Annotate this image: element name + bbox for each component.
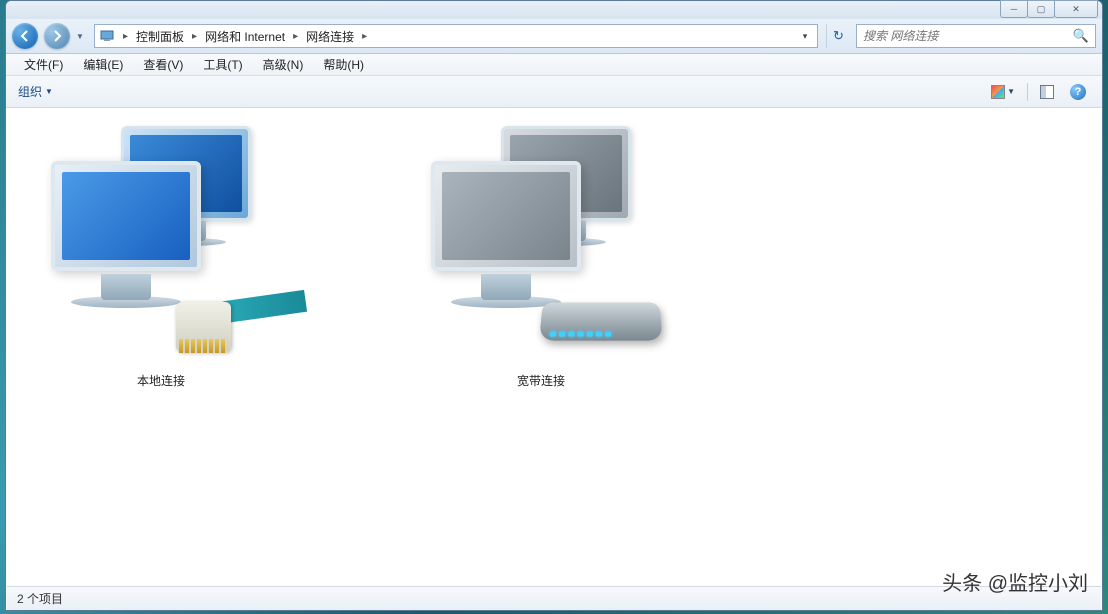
help-button[interactable]: ?	[1066, 82, 1090, 102]
breadcrumb: ▸ 控制面板 ▸ 网络和 Internet ▸ 网络连接 ▸	[121, 26, 797, 47]
menu-advanced[interactable]: 高级(N)	[253, 53, 314, 76]
close-button[interactable]: ✕	[1054, 0, 1098, 18]
crumb-control-panel[interactable]: 控制面板	[132, 26, 188, 47]
broadband-connection-icon	[411, 116, 671, 356]
menu-file[interactable]: 文件(F)	[14, 53, 73, 76]
location-icon	[99, 28, 115, 44]
menu-edit[interactable]: 编辑(E)	[73, 53, 133, 76]
content-area[interactable]: 本地连接 宽带连接	[7, 108, 1101, 585]
back-button[interactable]	[12, 23, 38, 49]
menu-help[interactable]: 帮助(H)	[313, 53, 374, 76]
address-dropdown[interactable]: ▾	[797, 31, 813, 42]
search-input[interactable]	[863, 29, 1073, 43]
menu-view[interactable]: 查看(V)	[133, 53, 193, 76]
address-bar[interactable]: ▸ 控制面板 ▸ 网络和 Internet ▸ 网络连接 ▸ ▾	[94, 24, 818, 48]
chevron-right-icon[interactable]: ▸	[291, 31, 300, 42]
view-options-button[interactable]: ▼	[987, 83, 1019, 101]
item-label: 本地连接	[21, 372, 301, 389]
chevron-down-icon: ▼	[45, 87, 53, 96]
help-icon: ?	[1070, 84, 1086, 100]
connection-item-local[interactable]: 本地连接	[21, 116, 301, 389]
connection-item-broadband[interactable]: 宽带连接	[401, 116, 681, 389]
command-bar: 组织▼ ▼ ?	[6, 76, 1102, 108]
menu-bar: 文件(F) 编辑(E) 查看(V) 工具(T) 高级(N) 帮助(H)	[6, 54, 1102, 76]
explorer-window: ─ ▢ ✕ ▼ ▸ 控制面板 ▸ 网络和 Internet ▸ 网络连接 ▸	[5, 0, 1103, 611]
navigation-bar: ▼ ▸ 控制面板 ▸ 网络和 Internet ▸ 网络连接 ▸ ▾ ↻ 🔍	[6, 19, 1102, 54]
chevron-right-icon[interactable]: ▸	[190, 31, 199, 42]
chevron-right-icon[interactable]: ▸	[121, 31, 130, 42]
chevron-right-icon[interactable]: ▸	[360, 31, 369, 42]
status-bar: 2 个项目	[7, 586, 1101, 610]
chevron-down-icon: ▼	[1007, 87, 1015, 96]
organize-button[interactable]: 组织▼	[18, 83, 53, 100]
forward-button[interactable]	[44, 23, 70, 49]
search-box[interactable]: 🔍	[856, 24, 1096, 48]
crumb-network-connections[interactable]: 网络连接	[302, 26, 358, 47]
refresh-button[interactable]: ↻	[826, 24, 850, 48]
titlebar[interactable]: ─ ▢ ✕	[6, 1, 1102, 19]
pane-icon	[1040, 85, 1054, 99]
view-icon	[991, 85, 1005, 99]
item-label: 宽带连接	[401, 372, 681, 389]
preview-pane-button[interactable]	[1036, 83, 1058, 101]
history-dropdown[interactable]: ▼	[76, 32, 88, 41]
crumb-network-internet[interactable]: 网络和 Internet	[201, 26, 289, 47]
maximize-button[interactable]: ▢	[1027, 0, 1055, 18]
ethernet-connection-icon	[31, 116, 291, 356]
search-icon[interactable]: 🔍	[1073, 28, 1089, 44]
minimize-button[interactable]: ─	[1000, 0, 1028, 18]
menu-tools[interactable]: 工具(T)	[193, 53, 252, 76]
status-text: 2 个项目	[17, 590, 63, 607]
